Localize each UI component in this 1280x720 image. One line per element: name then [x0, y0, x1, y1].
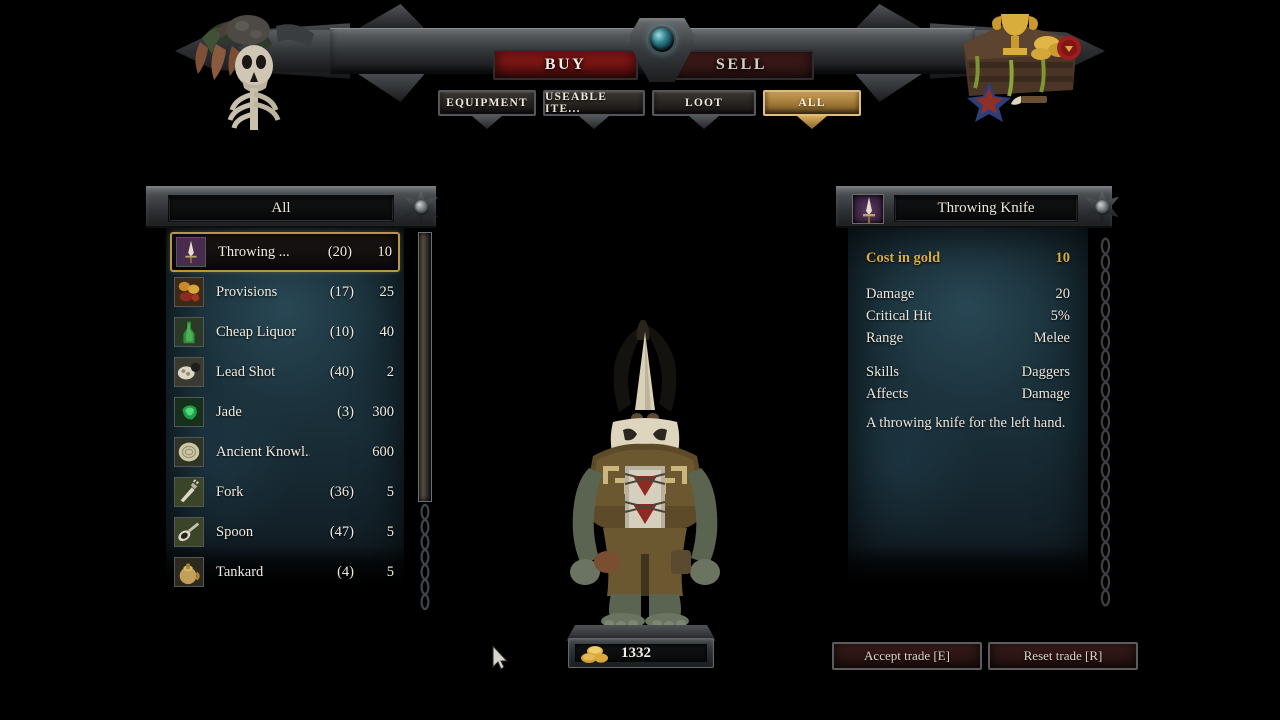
- tab-useable-items[interactable]: USEABLE ITE...: [543, 90, 645, 116]
- item-list-scrollbar[interactable]: [418, 232, 432, 502]
- item-quantity: (40): [329, 363, 354, 380]
- item-name: Cheap Liquor: [216, 323, 297, 340]
- gold-inset: 1332: [575, 644, 707, 663]
- meta-label: Affects: [866, 386, 909, 402]
- meta-label: Skills: [866, 364, 900, 380]
- item-price: 5: [386, 563, 394, 580]
- reset-trade-button[interactable]: Reset trade [R]: [988, 642, 1138, 670]
- stat-label: Damage: [866, 286, 915, 302]
- item-price: 5: [386, 483, 394, 500]
- fork-icon: [174, 477, 204, 507]
- item-quantity: (20): [327, 243, 352, 260]
- tab-pointer-active: [797, 116, 827, 129]
- item-name: Jade: [216, 403, 242, 420]
- panel-boss-center: [414, 200, 429, 215]
- cost-label: Cost in gold: [866, 250, 941, 266]
- item-name: Fork: [216, 483, 244, 500]
- bottle-icon: [174, 317, 204, 347]
- item-quantity: (36): [329, 483, 354, 500]
- dagger-icon: [176, 237, 206, 267]
- item-name: Lead Shot: [216, 363, 276, 380]
- item-price: 40: [379, 323, 395, 340]
- detail-panel-title: Throwing Knife: [894, 195, 1078, 222]
- gold-display: 1332: [568, 638, 714, 668]
- item-name: Spoon: [216, 523, 254, 540]
- list-item[interactable]: Throwing ... (20) 10: [170, 232, 400, 272]
- item-price: 10: [377, 243, 393, 260]
- chain-decoration: [1100, 237, 1111, 607]
- merchant-character: [570, 320, 720, 629]
- sell-tab[interactable]: SELL: [669, 50, 814, 80]
- shot-icon: [174, 357, 204, 387]
- cost-value: 10: [1055, 250, 1071, 266]
- dagger-icon: [852, 194, 884, 224]
- gem-icon: [174, 397, 204, 427]
- item-price: 5: [386, 523, 394, 540]
- list-item[interactable]: Fork (36) 5: [170, 472, 400, 512]
- list-item[interactable]: Provisions (17) 25: [170, 272, 400, 312]
- gem-icon: [648, 26, 676, 54]
- meta-value: Daggers: [1021, 364, 1070, 380]
- item-quantity: (3): [337, 403, 354, 420]
- item-list-panel: Throwing ... (20) 10 Provisions (17) 25 Cheap …: [166, 228, 404, 608]
- list-item[interactable]: Lead Shot (40) 2: [170, 352, 400, 392]
- chain-decoration: [420, 503, 430, 610]
- item-name: Provisions: [216, 283, 278, 300]
- item-quantity: (17): [329, 283, 354, 300]
- tab-all[interactable]: ALL: [763, 90, 861, 116]
- tab-equipment[interactable]: EQUIPMENT: [438, 90, 536, 116]
- stat-label: Critical Hit: [866, 308, 932, 324]
- meta-row: Skills Daggers: [866, 364, 1070, 381]
- spoon-icon: [174, 517, 204, 547]
- stat-row: Critical Hit 5%: [866, 308, 1070, 325]
- stat-label: Range: [866, 330, 904, 346]
- mouse-cursor: [492, 645, 509, 670]
- item-price: 600: [372, 443, 394, 460]
- food-icon: [174, 277, 204, 307]
- stat-row: Damage 20: [866, 286, 1070, 303]
- item-list-header: All: [146, 186, 436, 228]
- accept-trade-button[interactable]: Accept trade [E]: [832, 642, 982, 670]
- list-item[interactable]: Ancient Knowl... 600: [170, 432, 400, 472]
- tab-pointer: [689, 116, 719, 129]
- stat-value: Melee: [1033, 330, 1070, 346]
- detail-panel: Cost in gold 10 Damage 20 Critical Hit 5% Ra…: [848, 228, 1088, 608]
- item-price: 25: [379, 283, 395, 300]
- item-description: A throwing knife for the left hand.: [866, 415, 1066, 431]
- item-list-title: All: [168, 195, 394, 222]
- item-quantity: (4): [337, 563, 354, 580]
- stat-row: Range Melee: [866, 330, 1070, 347]
- gold-amount: 1332: [621, 644, 651, 661]
- cost-row: Cost in gold 10: [866, 250, 1070, 267]
- list-item[interactable]: Jade (3) 300: [170, 392, 400, 432]
- item-price: 2: [386, 363, 394, 380]
- treasure-chest-ornament: [963, 14, 1081, 122]
- tab-pointer: [579, 116, 609, 129]
- skeleton-ornament: [195, 15, 314, 130]
- stat-value: 20: [1055, 286, 1071, 302]
- tab-loot[interactable]: LOOT: [652, 90, 756, 116]
- item-quantity: (47): [329, 523, 354, 540]
- meta-value: Damage: [1021, 386, 1070, 402]
- item-price: 300: [372, 403, 394, 420]
- panel-boss-center: [1095, 200, 1110, 215]
- meta-row: Affects Damage: [866, 386, 1070, 403]
- item-name: Tankard: [216, 563, 264, 580]
- gold-coins-icon: [581, 646, 608, 663]
- scroll-icon: [174, 437, 204, 467]
- tab-pointer: [472, 116, 502, 129]
- item-name: Ancient Knowl...: [216, 443, 310, 460]
- top-banner: BUY SELL EQUIPMENT USEABLE ITE... LOOT A…: [0, 0, 1280, 140]
- stat-value: 5%: [1050, 308, 1070, 324]
- tankard-icon: [174, 557, 204, 587]
- buy-tab[interactable]: BUY: [493, 50, 638, 80]
- skyline-silhouette: [848, 546, 1088, 608]
- list-item[interactable]: Spoon (47) 5: [170, 512, 400, 552]
- list-item[interactable]: Tankard (4) 5: [170, 552, 400, 592]
- list-item[interactable]: Cheap Liquor (10) 40: [170, 312, 400, 352]
- item-quantity: (10): [329, 323, 354, 340]
- item-name: Throwing ...: [218, 243, 290, 260]
- banner-spike: [852, 70, 928, 102]
- banner-spike: [352, 70, 428, 102]
